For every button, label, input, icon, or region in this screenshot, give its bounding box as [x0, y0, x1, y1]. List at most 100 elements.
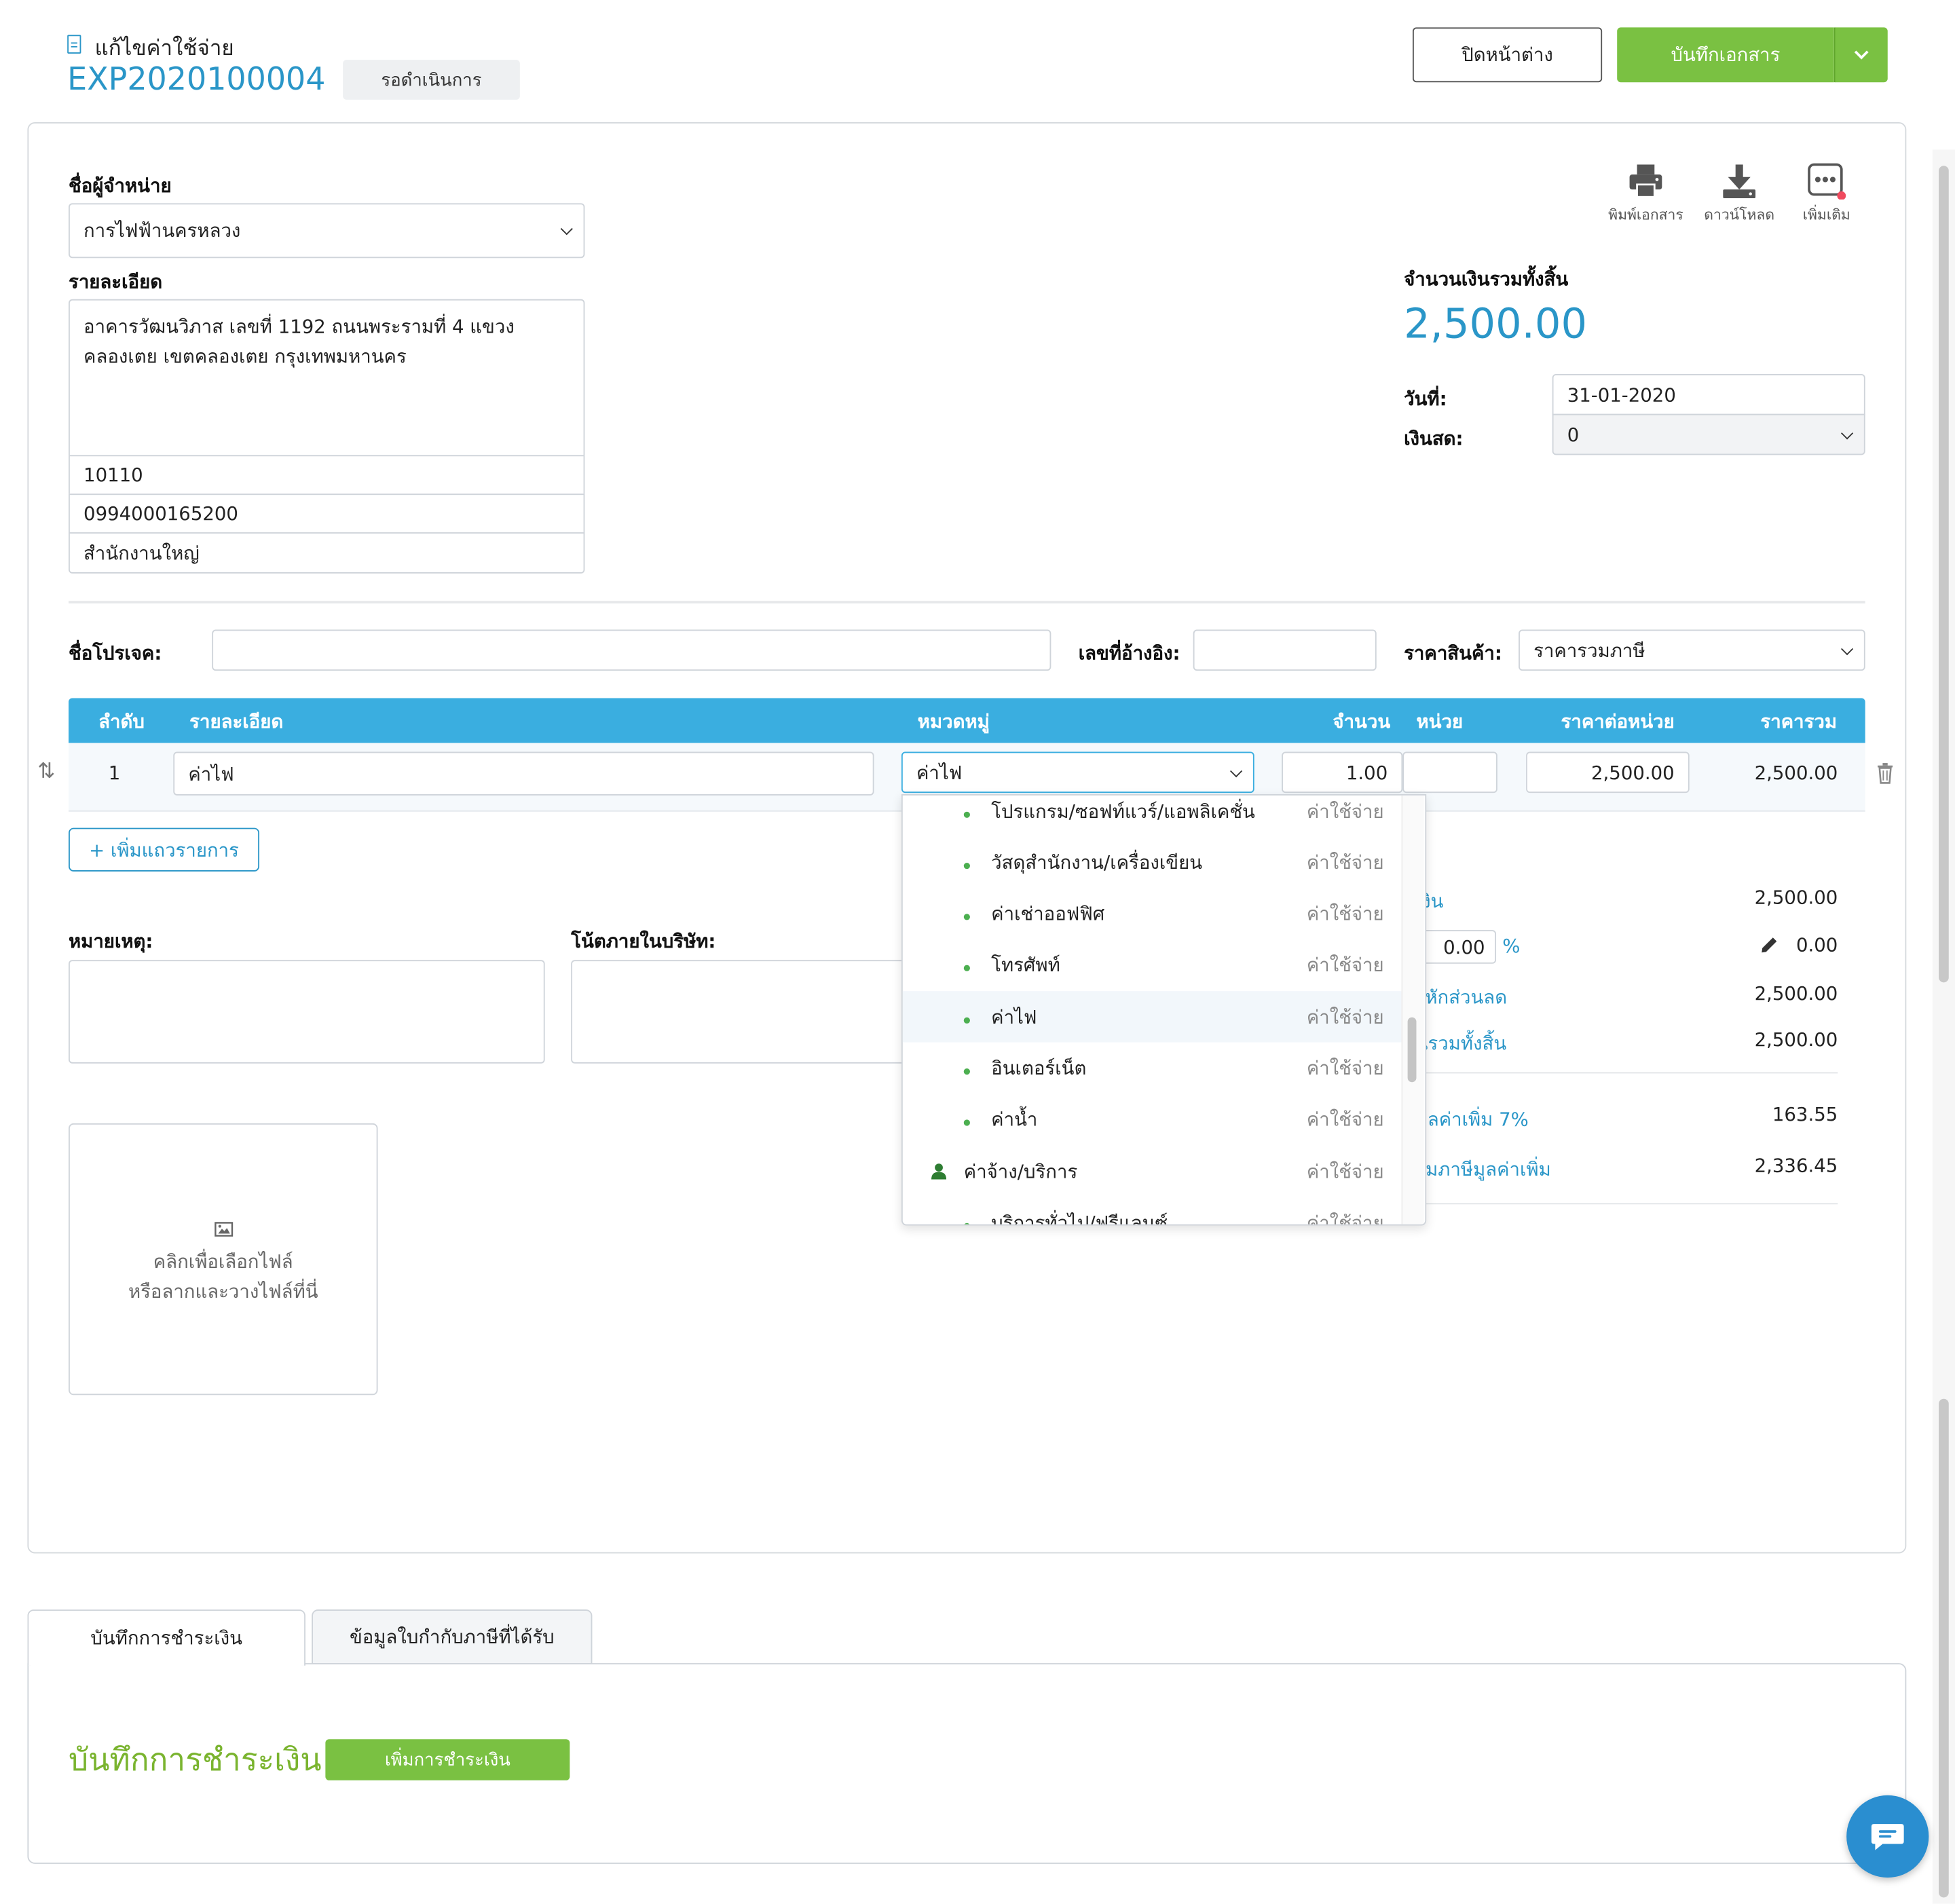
row-category-select[interactable]: ค่าไฟ [901, 751, 1254, 794]
dropdown-option[interactable]: บริการทั่วไป/ฟรีแลนซ์ ค่าใช้จ่าย [903, 1197, 1402, 1225]
chat-button[interactable] [1846, 1795, 1929, 1878]
price-type-select[interactable]: ราคารวมภาษี [1519, 629, 1865, 671]
grand-total-summary-value: 2,500.00 [1754, 1028, 1838, 1051]
download-action[interactable]: ดาวน์โหลด [1697, 160, 1782, 232]
cash-select[interactable]: 0 [1552, 413, 1865, 455]
grand-total-amount: 2,500.00 [1404, 299, 1588, 348]
discount-percent-input[interactable]: 0.00 [1419, 930, 1497, 964]
save-document-button[interactable]: บันทึกเอกสาร [1617, 27, 1834, 83]
bullet-icon [963, 1222, 970, 1225]
header-category: หมวดหมู่ [917, 710, 990, 733]
branch-value: สำนักงานใหญ่ [83, 542, 200, 565]
dropdown-scrollbar-track [1401, 795, 1424, 1225]
tab-payment[interactable]: บันทึกการชำระเงิน [27, 1609, 305, 1666]
cash-value: 0 [1567, 423, 1580, 446]
discount-value: 0.00 [1795, 933, 1838, 956]
bullet-icon [963, 914, 970, 920]
address-line-2: คลองเตย เขตคลองเตย กรุงเทพมหานคร [83, 345, 407, 368]
bullet-icon [963, 1119, 970, 1126]
postal-code-field[interactable]: 10110 [69, 455, 585, 496]
row-unit-price-input[interactable]: 2,500.00 [1526, 751, 1690, 794]
row-index: 1 [108, 762, 121, 785]
price-type-label: ราคาสินค้า: [1404, 641, 1502, 665]
dropdown-scrollbar-thumb[interactable] [1407, 1017, 1417, 1083]
page-scrollbar-thumb-top[interactable] [1939, 166, 1949, 983]
row-description-value: ค่าไฟ [188, 762, 234, 785]
chevron-down-icon [1229, 764, 1243, 777]
vat-value: 163.55 [1772, 1103, 1838, 1126]
dropdown-option[interactable]: อินเตอร์เน็ต ค่าใช้จ่าย [903, 1042, 1402, 1093]
trash-icon[interactable] [1876, 763, 1894, 784]
dropdown-group[interactable]: ค่าจ้าง/บริการ ค่าใช้จ่าย [903, 1146, 1402, 1197]
option-type: ค่าใช้จ่าย [1306, 851, 1384, 874]
chevron-down-icon [560, 223, 573, 236]
after-discount-label: หักส่วนลด [1425, 986, 1508, 1009]
dropdown-option-selected[interactable]: ค่าไฟ ค่าใช้จ่าย [902, 991, 1402, 1043]
download-icon [1723, 164, 1756, 199]
page-scrollbar-thumb-bottom[interactable] [1939, 1398, 1949, 1898]
remark-textarea[interactable] [69, 960, 545, 1064]
dropdown-option[interactable]: โทรศัพท์ ค่าใช้จ่าย [903, 939, 1402, 990]
document-icon [67, 35, 81, 54]
row-quantity-input[interactable]: 1.00 [1282, 751, 1403, 794]
option-type: ค่าใช้จ่าย [1306, 902, 1384, 925]
download-label: ดาวน์โหลด [1704, 206, 1775, 223]
option-type: ค่าใช้จ่าย [1306, 800, 1384, 823]
dropdown-option[interactable]: โปรแกรม/ซอฟท์แวร์/แอพลิเคชั่น ค่าใช้จ่าย [903, 796, 1402, 837]
person-icon [931, 1163, 947, 1180]
dropdown-option[interactable]: วัสดุสำนักงาน/เครื่องเขียน ค่าใช้จ่าย [903, 836, 1402, 887]
row-unit-input[interactable] [1402, 751, 1497, 794]
more-label: เพิ่มเติม [1802, 206, 1850, 223]
close-window-button[interactable]: ปิดหน้าต่าง [1412, 27, 1603, 83]
dropdown-option[interactable]: ค่าเช่าออฟฟิศ ค่าใช้จ่าย [903, 888, 1402, 939]
row-description-input[interactable]: ค่าไฟ [173, 751, 874, 796]
vendor-selected-value: การไฟฟ้านครหลวง [83, 219, 241, 242]
project-input[interactable] [212, 629, 1051, 671]
add-payment-button[interactable]: เพิ่มการชำระเงิน [325, 1739, 570, 1780]
tax-id-field[interactable]: 0994000165200 [69, 493, 585, 534]
chevron-down-icon [1840, 642, 1854, 655]
add-row-button[interactable]: + เพิ่มแถวรายการ [69, 827, 260, 872]
tab-tax-document[interactable]: ข้อมูลใบกำกับภาษีที่ได้รับ [312, 1609, 593, 1664]
reference-label: เลขที่อ้างอิง: [1078, 641, 1180, 665]
address-textarea[interactable]: อาคารวัฒนวิภาส เลขที่ 1192 ถนนพระรามที่ … [69, 299, 585, 457]
category-dropdown-menu[interactable]: โปรแกรม/ซอฟท์แวร์/แอพลิเคชั่น ค่าใช้จ่าย … [901, 794, 1427, 1226]
option-type: ค่าใช้จ่าย [1306, 1160, 1384, 1184]
grand-total-summary-label: นรวมทั้งสิ้น [1415, 1032, 1507, 1055]
more-action[interactable]: เพิ่มเติม [1793, 160, 1860, 232]
option-name: บริการทั่วไป/ฟรีแลนซ์ [991, 1212, 1168, 1226]
reference-input[interactable] [1193, 629, 1377, 671]
branch-field[interactable]: สำนักงานใหญ่ [69, 532, 585, 574]
print-label: พิมพ์เอกสาร [1608, 206, 1683, 223]
vendor-select[interactable]: การไฟฟ้านครหลวง [69, 203, 585, 259]
postal-code-value: 10110 [83, 464, 143, 487]
grand-total-label: จำนวนเงินรวมทั้งสิ้น [1404, 267, 1569, 291]
pencil-icon[interactable] [1760, 935, 1779, 955]
bullet-icon [963, 862, 970, 870]
option-name: ค่าน้ำ [991, 1108, 1038, 1131]
option-name: อินเตอร์เน็ต [991, 1057, 1087, 1080]
save-options-button[interactable] [1833, 27, 1888, 83]
chat-icon [1871, 1824, 1904, 1850]
vat-label: มูลค่าเพิ่ม 7% [1415, 1108, 1529, 1131]
reorder-handle-icon[interactable]: ⇅ [37, 760, 55, 785]
internal-note-textarea[interactable] [571, 960, 933, 1064]
date-input[interactable]: 31-01-2020 [1552, 374, 1865, 415]
payment-title: บันทึกการชำระเงิน [69, 1741, 322, 1778]
option-type: ค่าใช้จ่าย [1306, 1212, 1384, 1226]
upload-line-1: คลิกเพื่อเลือกไฟล์ [153, 1250, 293, 1273]
header-index: ลำดับ [98, 710, 145, 733]
print-action[interactable]: พิมพ์เอกสาร [1601, 160, 1690, 232]
tab-tax-document-label: ข้อมูลใบกำกับภาษีที่ได้รับ [349, 1626, 555, 1649]
option-name: ค่าไฟ [991, 1006, 1037, 1029]
page-title: แก้ไขค่าใช้จ่าย [94, 36, 234, 61]
dropdown-option[interactable]: ค่าน้ำ ค่าใช้จ่าย [903, 1094, 1402, 1144]
chevron-down-icon [1840, 426, 1854, 439]
details-label: รายละเอียด [69, 270, 163, 293]
header-total: ราคารวม [1760, 710, 1838, 733]
file-upload-area[interactable]: คลิกเพื่อเลือกไฟล์ หรือลากและวางไฟล์ที่น… [69, 1123, 378, 1396]
project-label: ชื่อโปรเจค: [69, 641, 162, 665]
excl-vat-label: วมภาษีมูลค่าเพิ่ม [1415, 1158, 1551, 1181]
bullet-icon [963, 811, 970, 818]
option-name: โทรศัพท์ [991, 954, 1060, 977]
